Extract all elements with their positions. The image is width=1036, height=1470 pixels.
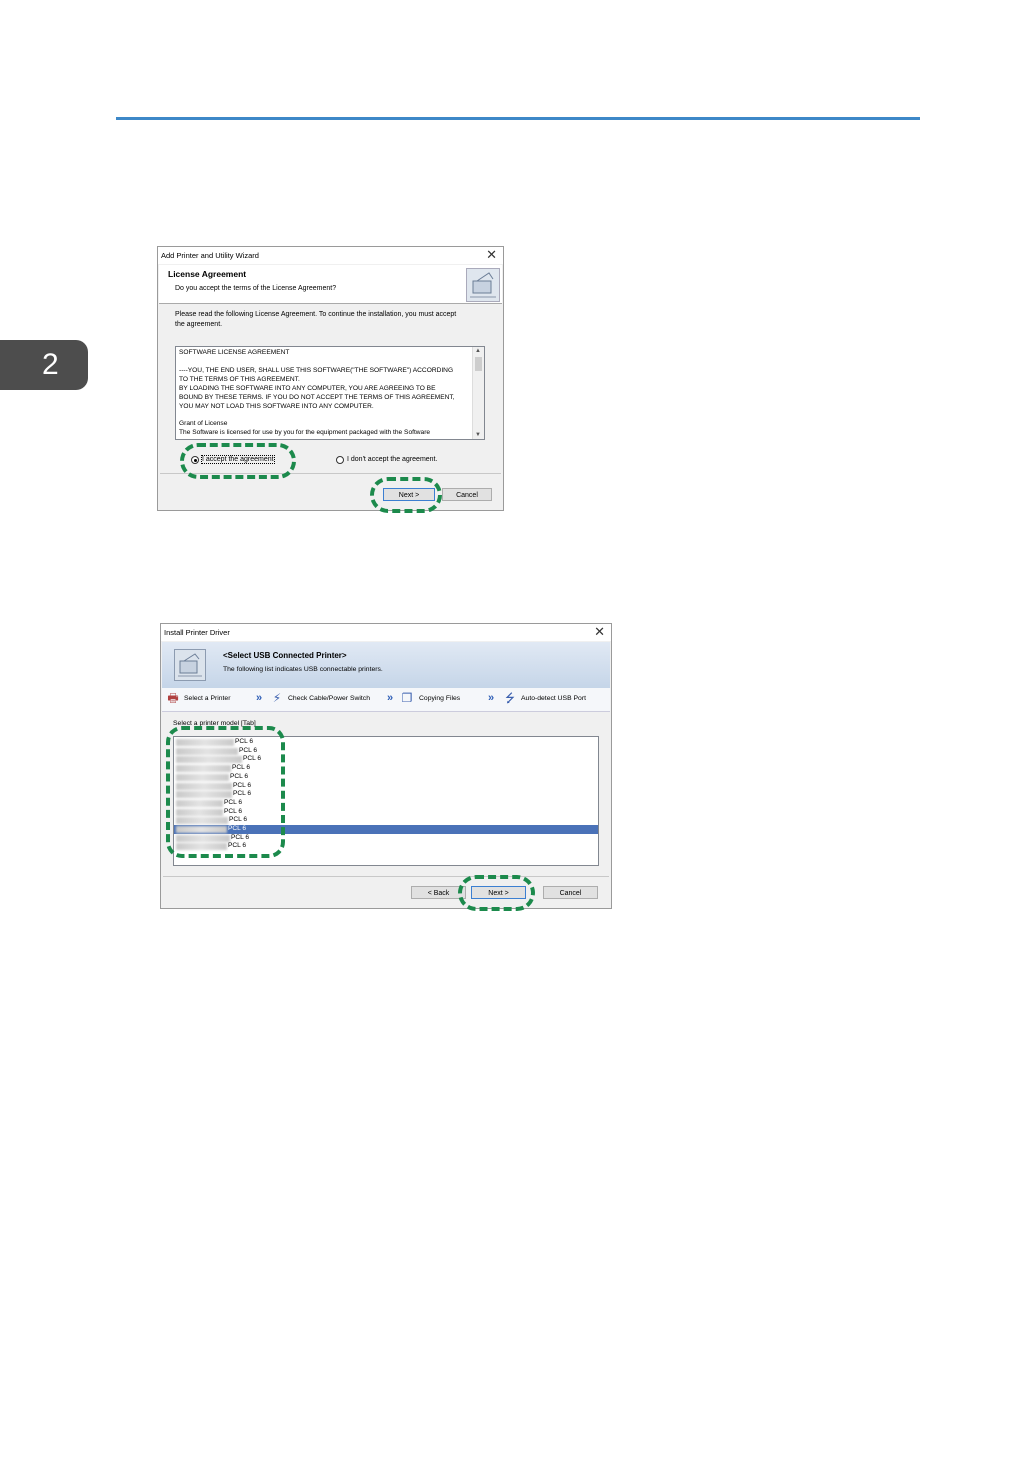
header-subtitle: Do you accept the terms of the License A… [175,285,337,292]
wizard-banner: <Select USB Connected Printer> The follo… [162,642,610,688]
chevron-right-icon: » [488,692,495,704]
license-text-box[interactable]: SOFTWARE LICENSE AGREEMENT ----YOU, THE … [175,346,485,440]
window-title: Add Printer and Utility Wizard [161,251,259,260]
decline-radio[interactable] [336,456,344,464]
header-title: License Agreement [168,269,247,279]
title-bar: Add Printer and Utility Wizard ✕ [158,247,503,264]
plug-icon: ⚡ [272,691,282,705]
close-icon[interactable]: ✕ [594,625,605,638]
step-copying-files: Copying Files [419,695,461,702]
step-select-printer: Select a Printer [184,695,231,702]
chevron-right-icon: » [256,692,263,704]
step-check-cable: Check Cable/Power Switch [288,695,370,702]
cancel-button[interactable]: Cancel [442,488,492,501]
scroll-thumb[interactable] [475,357,482,371]
wizard-icon [466,268,500,302]
chapter-tab: 2 [0,340,88,390]
license-line: TO THE TERMS OF THIS AGREEMENT. [179,376,300,383]
license-line: BOUND BY THESE TERMS. IF YOU DO NOT ACCE… [179,394,455,401]
license-line: ----YOU, THE END USER, SHALL USE THIS SO… [179,367,454,374]
usb-icon: ⭍ [505,691,515,705]
vertical-scrollbar[interactable]: ▲ ▼ [472,347,484,439]
title-bar: Install Printer Driver ✕ [161,624,611,641]
cancel-button[interactable]: Cancel [543,886,598,899]
wizard-steps: 🖶 Select a Printer » ⚡ Check Cable/Power… [162,688,610,712]
chevron-down-icon[interactable]: ▼ [475,432,481,438]
accept-callout [180,443,296,479]
window-title: Install Printer Driver [164,628,230,637]
copy-files-icon: ❐ [401,691,413,705]
license-line: YOU MAY NOT LOAD THIS SOFTWARE INTO ANY … [179,403,374,410]
next-callout [458,875,535,911]
printer-icon: 🖶 [167,691,179,705]
intro-line: the agreement. [175,321,223,328]
intro-text: Please read the following License Agreem… [175,310,485,330]
header-rule [116,117,920,120]
chevron-right-icon: » [387,692,394,704]
intro-line: Please read the following License Agreem… [175,311,457,318]
next-callout [370,477,442,513]
banner-title: <Select USB Connected Printer> [223,651,347,660]
close-icon[interactable]: ✕ [486,248,497,261]
wizard-header: License Agreement Do you accept the term… [159,265,502,304]
wizard-icon [174,649,206,681]
license-line: SOFTWARE LICENSE AGREEMENT [179,349,290,356]
printer-list-callout [166,726,285,858]
step-auto-detect-usb: Auto-detect USB Port [521,695,586,702]
chevron-up-icon[interactable]: ▲ [475,348,481,354]
license-line: BY LOADING THE SOFTWARE INTO ANY COMPUTE… [179,385,436,392]
decline-label[interactable]: I don't accept the agreement. [347,456,437,463]
banner-subtitle: The following list indicates USB connect… [223,666,383,673]
divider [163,876,609,877]
license-line: The Software is licensed for use by you … [179,429,431,436]
license-line: Grant of License [179,420,228,427]
